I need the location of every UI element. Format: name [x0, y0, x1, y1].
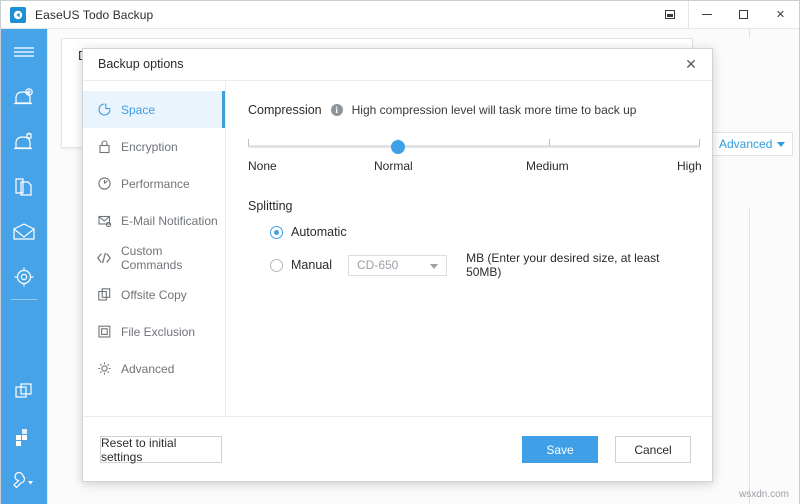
gear-icon — [96, 361, 112, 377]
sidebar-item-settings[interactable] — [1, 459, 47, 504]
dialog-header: Backup options ✕ — [83, 49, 712, 81]
easeus-logo-icon — [10, 7, 26, 23]
dialog-nav-item-performance[interactable]: Performance — [83, 165, 225, 202]
disk-backup-icon — [12, 86, 36, 108]
sidebar-item-file-backup[interactable] — [1, 164, 47, 209]
sidebar-item-smart-backup[interactable] — [1, 254, 47, 299]
reset-to-initial-settings-button[interactable]: Reset to initial settings — [100, 436, 222, 463]
mail-icon — [96, 213, 112, 229]
dialog-nav: Space Encryption — [83, 81, 226, 449]
split-size-value: CD-650 — [357, 258, 398, 272]
minimize-icon[interactable] — [688, 1, 725, 29]
dialog-nav-item-offsite-copy[interactable]: Offsite Copy — [83, 276, 225, 313]
file-backup-icon — [13, 176, 35, 198]
compression-hint: High compression level will task more ti… — [352, 103, 637, 117]
radio-automatic[interactable] — [270, 226, 283, 239]
copy-icon — [96, 287, 112, 303]
dialog-nav-item-custom-commands[interactable]: Custom Commands — [83, 239, 225, 276]
info-icon[interactable]: i — [331, 104, 343, 116]
app-title: EaseUS Todo Backup — [35, 8, 153, 22]
dialog-nav-label: Performance — [121, 177, 190, 191]
backup-options-dialog: Backup options ✕ Space — [82, 48, 713, 482]
code-icon — [96, 250, 112, 266]
dialog-nav-item-file-exclusion[interactable]: File Exclusion — [83, 313, 225, 350]
dialog-footer: Reset to initial settings Save Cancel — [83, 416, 712, 481]
dialog-nav-label: E-Mail Notification — [121, 214, 218, 228]
chevron-down-icon — [777, 142, 785, 147]
radio-automatic-label: Automatic — [291, 225, 347, 239]
dialog-nav-label: Custom Commands — [121, 244, 225, 272]
dialog-nav-item-advanced[interactable]: Advanced — [83, 350, 225, 387]
radio-automatic-row[interactable]: Automatic — [270, 225, 686, 239]
sidebar-item-disk-backup[interactable] — [1, 74, 47, 119]
sidebar-item-system-backup[interactable] — [1, 119, 47, 164]
dialog-nav-item-email-notification[interactable]: E-Mail Notification — [83, 202, 225, 239]
dialog-nav-label: Offsite Copy — [121, 288, 187, 302]
dialog-nav-item-space[interactable]: Space — [83, 91, 225, 128]
compression-header: Compression i High compression level wil… — [248, 103, 686, 117]
dialog-body: Space Encryption — [83, 81, 712, 449]
rail-divider — [11, 299, 37, 300]
split-size-select[interactable]: CD-650 — [348, 255, 447, 276]
watermark: wsxdn.com — [739, 489, 789, 500]
tools-icon — [13, 426, 35, 448]
chevron-down-icon — [430, 264, 438, 269]
splitting-label: Splitting — [248, 199, 686, 213]
window-controls: ✕ — [651, 1, 799, 29]
slider-tick-none — [248, 139, 249, 146]
gauge-icon — [96, 176, 112, 192]
dialog-close-icon[interactable]: ✕ — [670, 49, 712, 80]
radio-manual[interactable] — [270, 259, 283, 272]
compression-label: Compression — [248, 103, 322, 117]
slider-tick-high — [699, 139, 700, 146]
save-button[interactable]: Save — [522, 436, 598, 463]
cancel-button[interactable]: Cancel — [615, 436, 691, 463]
radio-manual-row[interactable]: Manual CD-650 MB (Enter your desired siz… — [270, 251, 686, 279]
slider-label-medium: Medium — [526, 159, 569, 173]
restore-down-icon[interactable] — [651, 1, 688, 29]
slider-thumb[interactable] — [391, 140, 405, 154]
dialog-pane-space: Compression i High compression level wil… — [226, 81, 712, 449]
advanced-label: Advanced — [719, 137, 772, 151]
dialog-nav-label: Space — [121, 103, 155, 117]
lock-icon — [96, 139, 112, 155]
smart-backup-icon — [13, 266, 35, 288]
sidebar-item-tools[interactable] — [1, 414, 47, 459]
sidebar-rail — [1, 29, 47, 504]
dialog-nav-label: Advanced — [121, 362, 174, 376]
slider-tick-medium — [549, 139, 550, 146]
advanced-dropdown-button[interactable]: Advanced — [711, 132, 793, 156]
content-left-divider — [47, 29, 48, 504]
dialog-nav-label: Encryption — [121, 140, 178, 154]
sidebar-item-mail-backup[interactable] — [1, 209, 47, 254]
system-backup-icon — [12, 131, 36, 153]
pie-chart-icon — [96, 102, 112, 118]
split-size-hint: MB (Enter your desired size, at least 50… — [466, 251, 686, 279]
slider-label-high: High — [677, 159, 702, 173]
close-icon[interactable]: ✕ — [762, 1, 799, 29]
compression-slider[interactable]: None Normal Medium High — [248, 135, 686, 181]
sidebar-item-menu[interactable] — [1, 29, 47, 74]
hamburger-menu-icon — [13, 45, 35, 59]
wrench-settings-icon — [11, 472, 37, 492]
slider-track[interactable] — [248, 145, 700, 148]
sidebar-item-clone[interactable] — [1, 369, 47, 414]
slider-label-normal: Normal — [374, 159, 413, 173]
dialog-nav-item-encryption[interactable]: Encryption — [83, 128, 225, 165]
clone-icon — [13, 381, 35, 403]
title-bar: EaseUS Todo Backup ✕ — [1, 1, 799, 29]
mail-backup-icon — [12, 223, 36, 241]
app-window: EaseUS Todo Backup ✕ — [0, 0, 800, 504]
slider-label-none: None — [248, 159, 277, 173]
splitting-section: Splitting Automatic Manual CD-650 MB (En… — [248, 199, 686, 279]
dialog-nav-label: File Exclusion — [121, 325, 195, 339]
right-panel — [703, 38, 799, 208]
radio-manual-label: Manual — [291, 258, 332, 272]
maximize-icon[interactable] — [725, 1, 762, 29]
dialog-title: Backup options — [98, 57, 183, 71]
file-exclusion-icon — [96, 324, 112, 340]
